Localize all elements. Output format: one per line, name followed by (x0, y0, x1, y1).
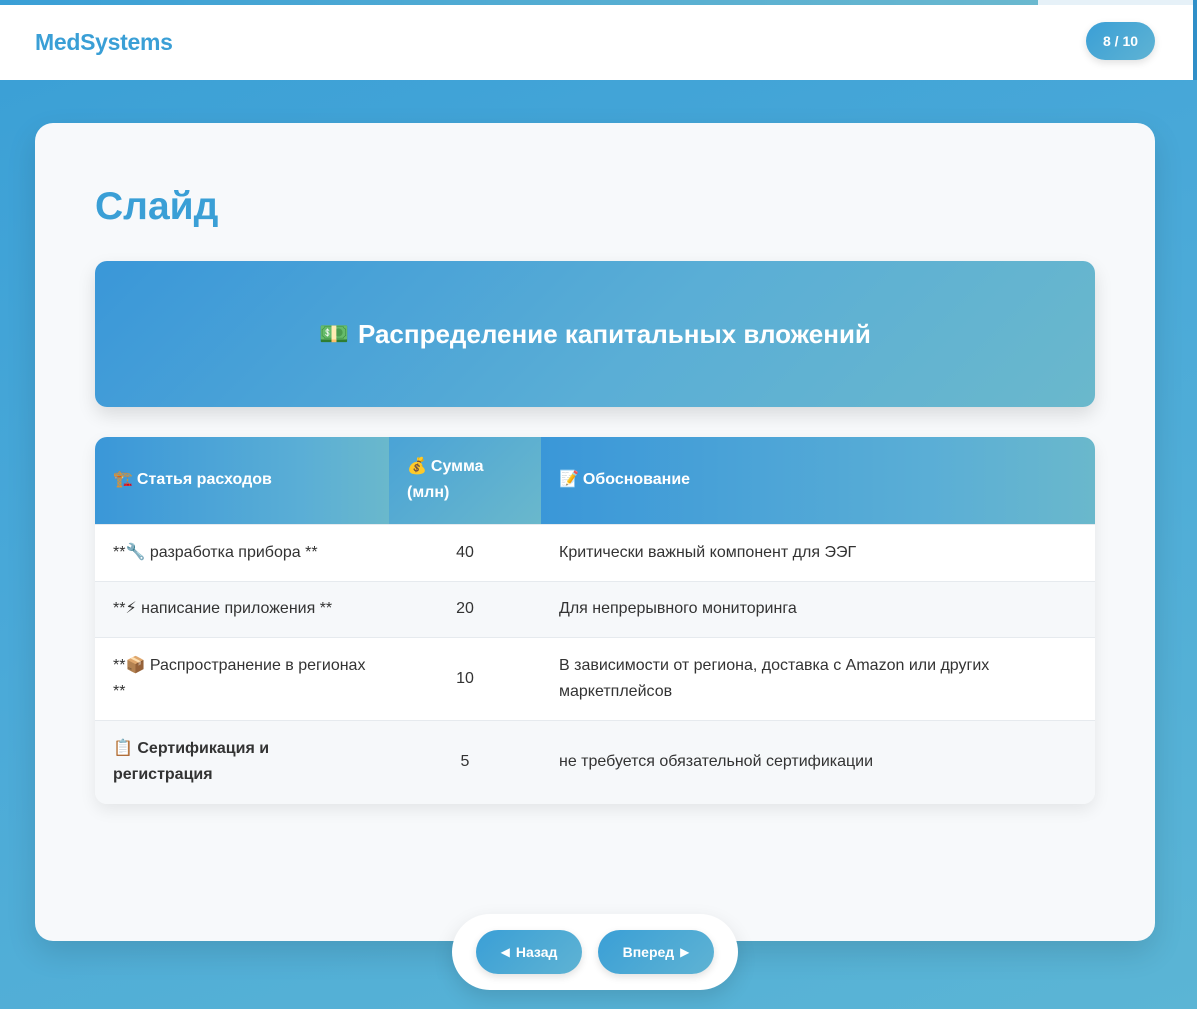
cell-amount: 5 (389, 719, 541, 804)
table-row: **📦 Распространение в регионах ** 10 В з… (95, 636, 1095, 720)
next-button[interactable]: Вперед ▶ (598, 930, 714, 974)
slide-navigation: ◀ Назад Вперед ▶ (452, 914, 738, 990)
table-header-row: 🏗️ Статья расходов 💰 Сумма (млн) 📝 Обоснова… (95, 437, 1095, 524)
section-banner: 💵 Распределение капитальных вложений (95, 261, 1095, 407)
progress-bar (0, 0, 1038, 5)
cell-item: **⚡ написание приложения ** (95, 580, 389, 637)
slide-title: Слайд (95, 185, 219, 228)
progress-track (0, 0, 1197, 5)
cell-reason: Критически важный компонент для ЭЭГ (541, 523, 1095, 581)
cell-item: **🔧 разработка прибора ** (95, 523, 389, 581)
cell-reason: В зависимости от региона, доставка с Ama… (541, 636, 1095, 720)
cell-amount: 10 (389, 636, 541, 720)
banner-title: Распределение капитальных вложений (357, 318, 871, 349)
table-row: **⚡ написание приложения ** 20 Для непре… (95, 580, 1095, 637)
back-button-label: Назад (515, 944, 558, 960)
slide-card: Слайд 💵 Распределение капитальных вложен… (35, 123, 1155, 941)
column-header-amount: 💰 Сумма (млн) (389, 437, 541, 524)
brand-logo: MedSystems (35, 29, 173, 55)
column-header-item: 🏗️ Статья расходов (95, 437, 389, 524)
table-row: 📋 Сертификация и регистрация 5 не требуе… (95, 719, 1095, 804)
money-icon: 💵 (319, 320, 349, 348)
cell-reason: Для непрерывного мониторинга (541, 580, 1095, 637)
cell-item: **📦 Распространение в регионах ** (95, 636, 389, 720)
back-button[interactable]: ◀ Назад (476, 930, 582, 974)
money-bag-icon: 💰 (407, 458, 427, 476)
column-header-label: Статья расходов (136, 471, 272, 489)
cell-item: 📋 Сертификация и регистрация (95, 719, 389, 804)
cell-reason: не требуется обязательной сертификации (541, 719, 1095, 804)
window-edge (1193, 0, 1197, 80)
memo-icon: 📝 (559, 471, 579, 489)
slide-counter-badge: 8 / 10 (1086, 22, 1155, 60)
column-header-label: Обоснование (582, 471, 691, 489)
construction-icon: 🏗️ (113, 471, 133, 489)
column-header-reason: 📝 Обоснование (541, 437, 1095, 524)
cell-amount: 20 (389, 580, 541, 637)
triangle-right-icon: ▶ (680, 945, 690, 959)
investment-table: 🏗️ Статья расходов 💰 Сумма (млн) 📝 Обоснова… (95, 437, 1095, 804)
table-row: **🔧 разработка прибора ** 40 Критически … (95, 523, 1095, 581)
triangle-left-icon: ◀ (500, 945, 510, 959)
top-header: MedSystems 8 / 10 (0, 0, 1197, 80)
next-button-label: Вперед (622, 944, 675, 960)
cell-amount: 40 (389, 523, 541, 581)
